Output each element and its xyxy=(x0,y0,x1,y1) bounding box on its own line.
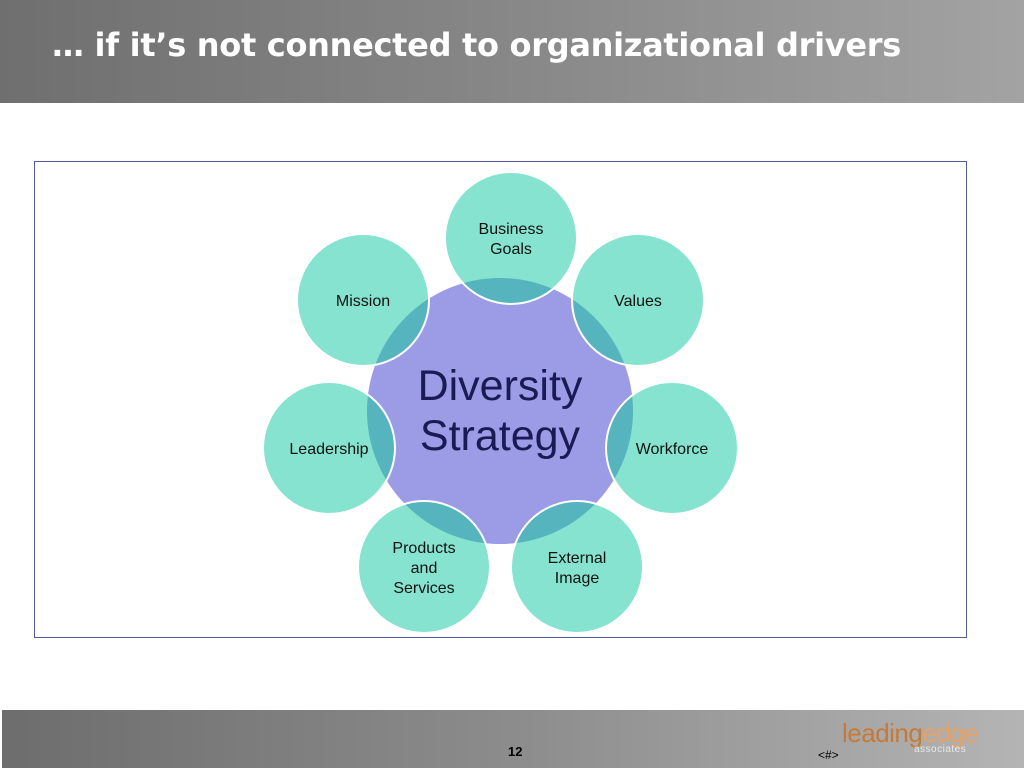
node-label-mission: Mission xyxy=(336,293,390,310)
leadingedge-logo: leadingedge associates xyxy=(842,718,1002,758)
logo-subtitle: associates xyxy=(914,744,967,755)
slide-number-placeholder: <#> xyxy=(818,748,839,762)
node-label-values: Values xyxy=(614,293,662,310)
node-label-workforce: Workforce xyxy=(636,441,709,458)
diversity-strategy-diagram: Diversity Strategy Business GoalsValuesWor… xyxy=(262,171,739,634)
node-label-leadership: Leadership xyxy=(289,441,368,458)
footer-edge xyxy=(0,710,2,768)
page-number: 12 xyxy=(508,744,523,759)
